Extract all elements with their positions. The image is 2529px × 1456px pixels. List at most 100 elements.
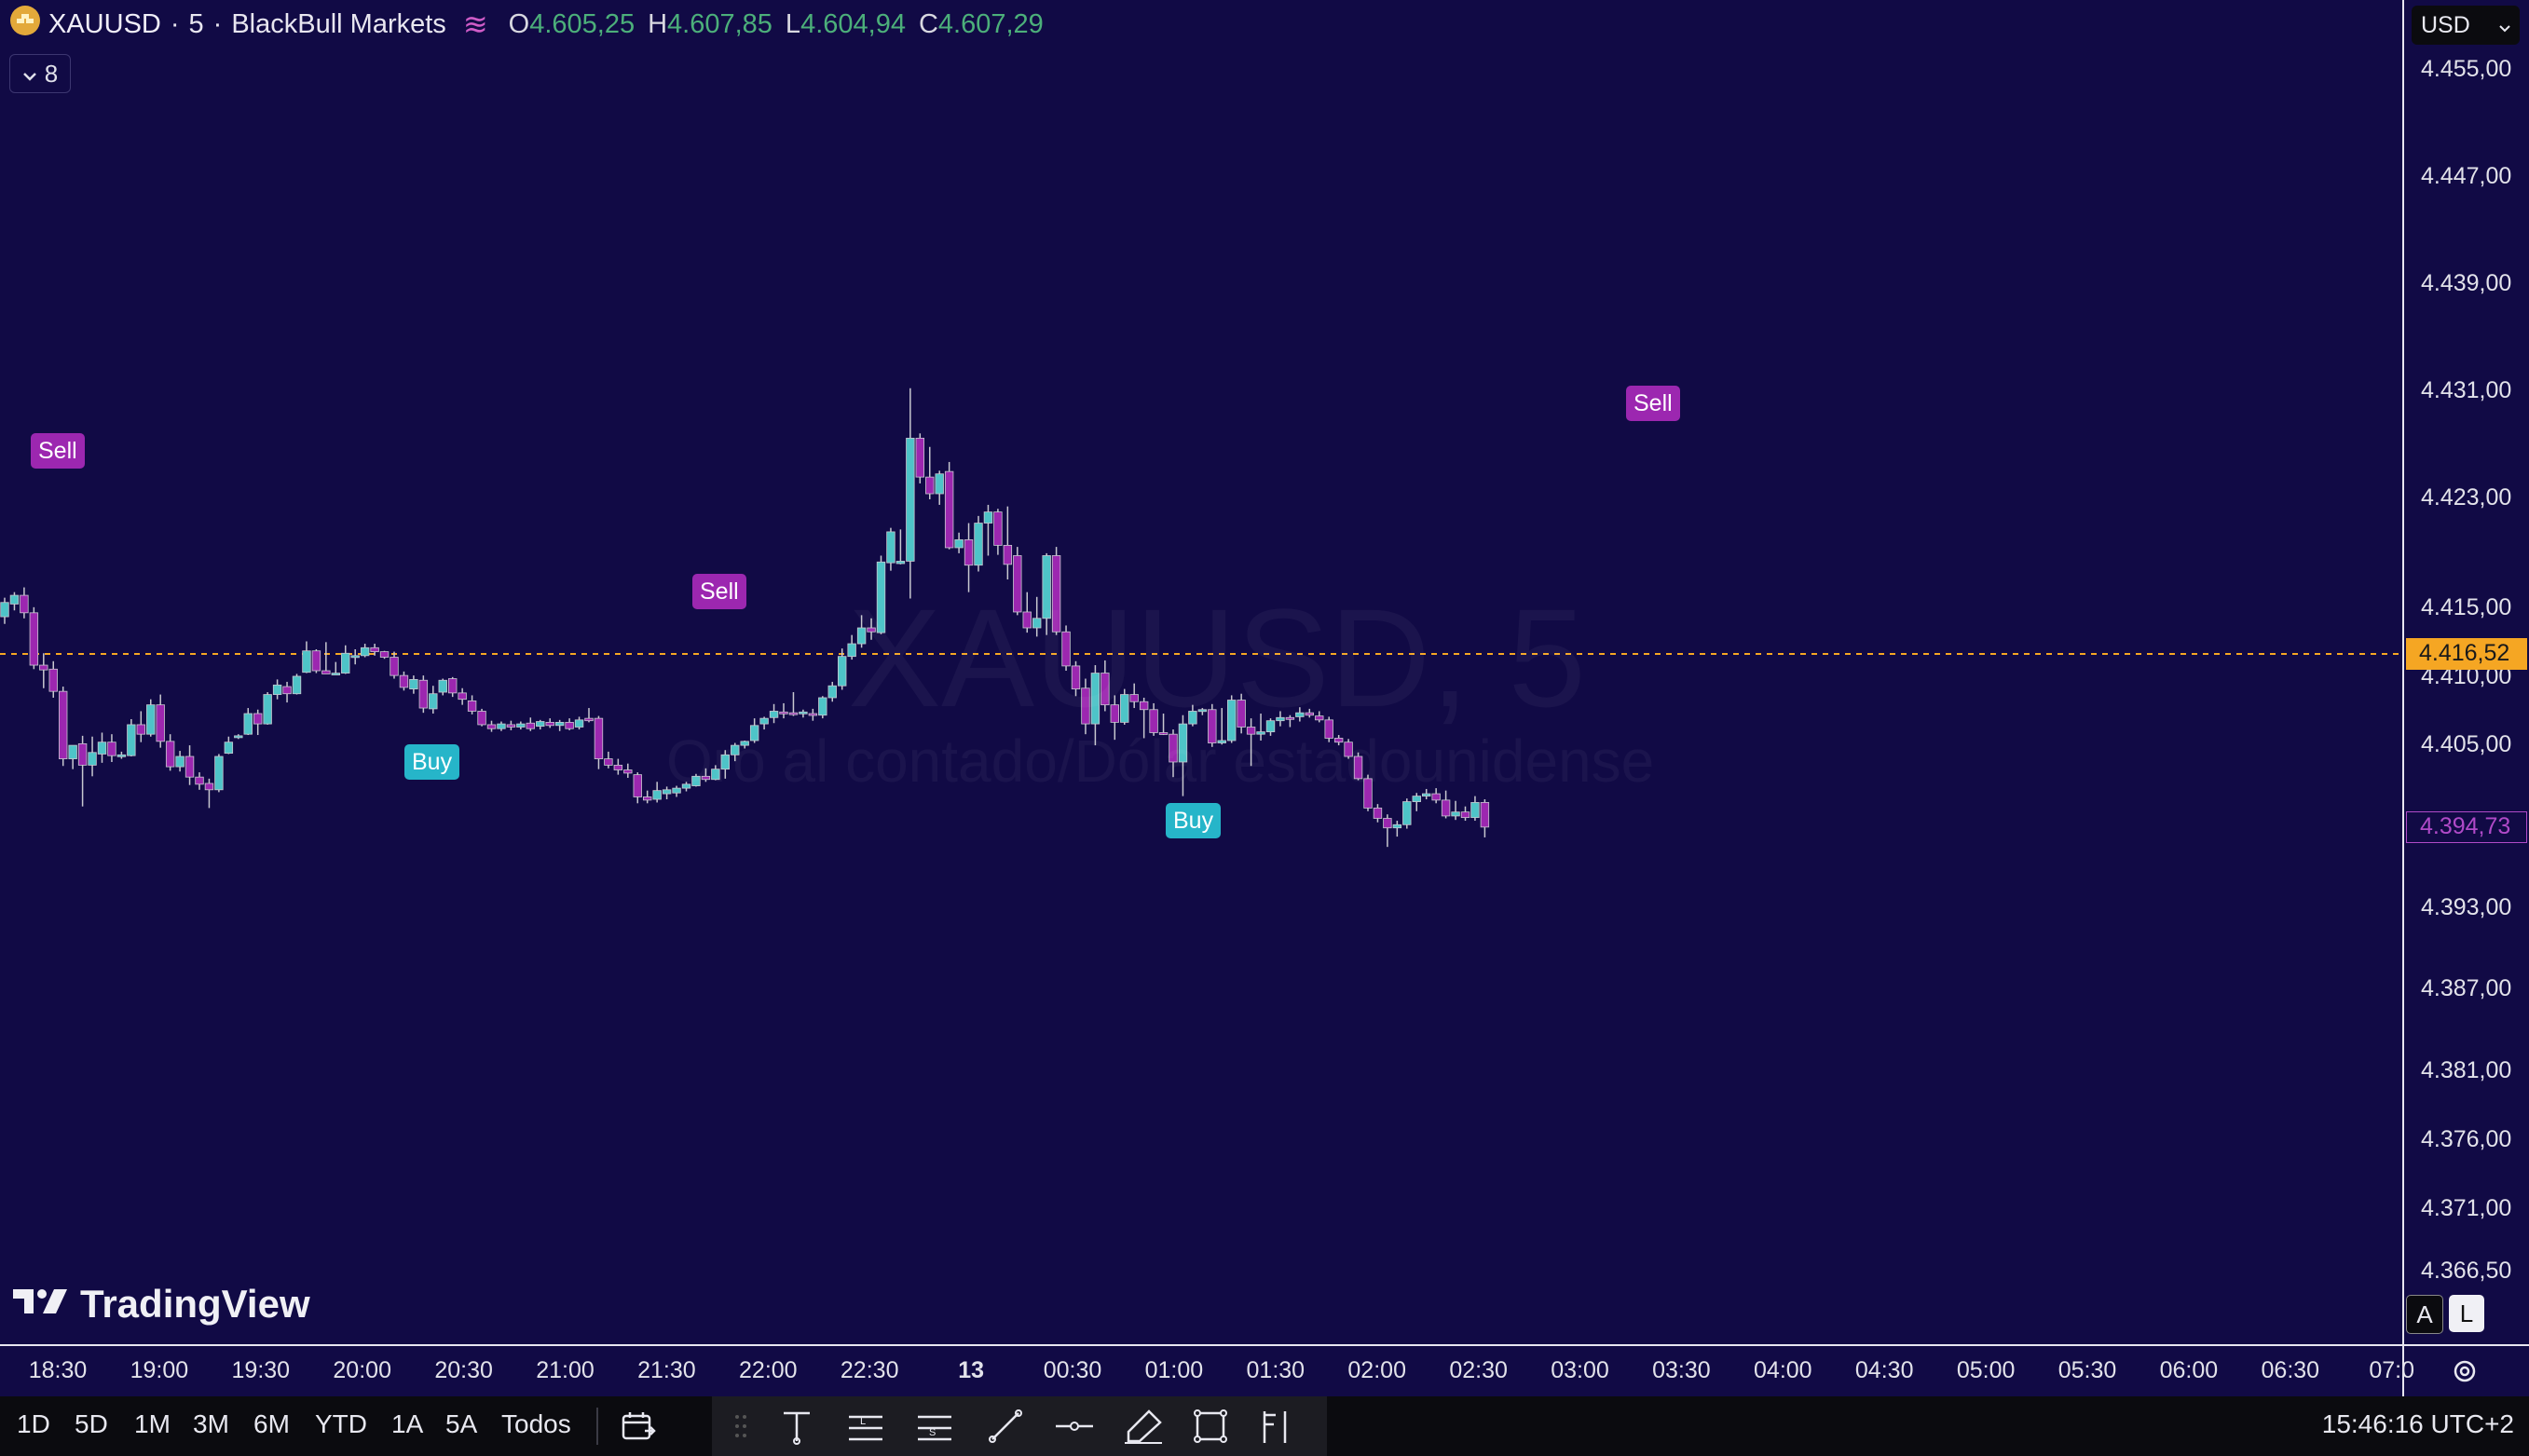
candle[interactable] <box>788 692 799 716</box>
range-button[interactable]: 6M <box>253 1409 290 1439</box>
candle[interactable] <box>350 649 360 665</box>
candle[interactable] <box>243 708 253 736</box>
candle[interactable] <box>925 446 935 499</box>
candle[interactable] <box>311 649 321 674</box>
candle[interactable] <box>895 529 906 565</box>
brush-tool-icon[interactable] <box>1120 1406 1167 1447</box>
candle[interactable] <box>779 702 788 719</box>
candle[interactable] <box>906 388 915 599</box>
log-scale-button[interactable]: L <box>2449 1295 2484 1332</box>
candle[interactable] <box>604 751 613 769</box>
candle[interactable] <box>302 641 311 674</box>
chart-pane[interactable]: XAUUSD, 5 Oro al contado/Dólar estadouni… <box>0 0 2402 1344</box>
candle[interactable] <box>623 763 633 779</box>
candle[interactable] <box>565 718 574 730</box>
candle[interactable] <box>195 772 204 790</box>
candle[interactable] <box>1392 821 1402 837</box>
fib-retracement-tool-icon[interactable] <box>1252 1406 1299 1447</box>
candle[interactable] <box>886 527 895 571</box>
candle[interactable] <box>253 709 263 736</box>
candle[interactable] <box>399 671 409 691</box>
candle[interactable] <box>409 675 418 694</box>
auto-scale-button[interactable]: A <box>2406 1295 2443 1334</box>
candle[interactable] <box>974 515 983 572</box>
horizontal-line-tool-icon[interactable] <box>1051 1406 1098 1447</box>
candle[interactable] <box>1383 814 1392 848</box>
buy-signal-badge[interactable]: Buy <box>404 744 460 780</box>
candle[interactable] <box>944 461 954 550</box>
candle[interactable] <box>633 772 642 804</box>
candle[interactable] <box>204 778 214 809</box>
candle[interactable] <box>331 661 341 675</box>
indicators-toggle-button[interactable]: 8 <box>9 54 71 93</box>
candle[interactable] <box>360 644 370 658</box>
candle[interactable] <box>613 758 623 775</box>
candle[interactable] <box>379 650 390 660</box>
candle[interactable] <box>574 716 584 730</box>
candle[interactable] <box>643 790 652 804</box>
candle[interactable] <box>429 686 438 714</box>
candle[interactable] <box>97 732 107 763</box>
price-axis[interactable]: 4.455,00 4.447,00 4.439,00 4.431,00 4.423,00… <box>2402 0 2529 1344</box>
candle[interactable] <box>263 692 272 725</box>
sell-signal-badge[interactable]: Sell <box>692 574 746 609</box>
candle[interactable] <box>282 681 292 703</box>
currency-dropdown[interactable]: USD <box>2412 6 2520 45</box>
candle[interactable] <box>39 653 48 688</box>
range-button[interactable]: Todos <box>501 1409 571 1439</box>
candle[interactable] <box>390 651 399 679</box>
candle[interactable] <box>272 679 282 700</box>
candle[interactable] <box>818 696 827 719</box>
candle[interactable] <box>156 694 165 748</box>
short-position-tool-icon[interactable]: S <box>911 1406 958 1447</box>
candle[interactable] <box>545 718 554 728</box>
candle[interactable] <box>29 606 39 670</box>
candle[interactable] <box>506 720 516 730</box>
axis-settings-corner[interactable] <box>2402 1344 2529 1398</box>
trend-line-tool-icon[interactable] <box>982 1406 1029 1447</box>
calendar-range-icon[interactable] <box>615 1406 662 1447</box>
candle[interactable] <box>526 717 536 731</box>
candle[interactable] <box>1402 798 1412 829</box>
candle[interactable] <box>1003 506 1013 580</box>
candle[interactable] <box>77 735 88 807</box>
time-axis[interactable]: 18:30 19:00 19:30 20:00 20:30 21:00 21:30 22:00… <box>0 1344 2414 1398</box>
candle[interactable] <box>808 708 818 721</box>
candle[interactable] <box>116 751 127 759</box>
candle[interactable] <box>584 708 594 723</box>
range-button[interactable]: 1A <box>391 1409 423 1439</box>
candle[interactable] <box>447 676 458 698</box>
candle[interactable] <box>0 597 9 624</box>
range-button[interactable]: 3M <box>193 1409 229 1439</box>
drag-handle-icon[interactable] <box>718 1406 764 1447</box>
candle[interactable] <box>536 719 545 730</box>
candle[interactable] <box>214 754 224 793</box>
candle[interactable] <box>983 504 993 556</box>
candle[interactable] <box>59 687 68 767</box>
candle[interactable] <box>1451 800 1460 821</box>
candle[interactable] <box>107 734 116 762</box>
sell-signal-badge[interactable]: Sell <box>31 433 85 469</box>
range-button[interactable]: 1D <box>17 1409 50 1439</box>
candle[interactable] <box>165 734 175 771</box>
candle[interactable] <box>486 720 497 732</box>
symbol-name[interactable]: XAUUSD <box>48 9 161 40</box>
candle[interactable] <box>827 681 837 702</box>
interval-label[interactable]: 5 <box>189 9 204 40</box>
sell-signal-badge[interactable]: Sell <box>1626 386 1680 421</box>
candle[interactable] <box>88 736 97 777</box>
candle[interactable] <box>234 734 243 740</box>
candle[interactable] <box>438 678 447 696</box>
candle[interactable] <box>458 687 467 705</box>
candle[interactable] <box>915 433 925 483</box>
candle[interactable] <box>292 674 302 695</box>
range-button[interactable]: 1M <box>134 1409 171 1439</box>
rectangle-tool-icon[interactable] <box>1187 1406 1234 1447</box>
candle[interactable] <box>1373 804 1383 823</box>
candle[interactable] <box>1412 793 1421 811</box>
vertical-ray-tool-icon[interactable] <box>773 1406 820 1447</box>
tradingview-logo[interactable]: TradingView <box>13 1282 310 1327</box>
buy-signal-badge[interactable]: Buy <box>1166 803 1222 838</box>
range-button[interactable]: 5D <box>75 1409 108 1439</box>
market-status-icon[interactable]: ≋ <box>463 7 488 42</box>
